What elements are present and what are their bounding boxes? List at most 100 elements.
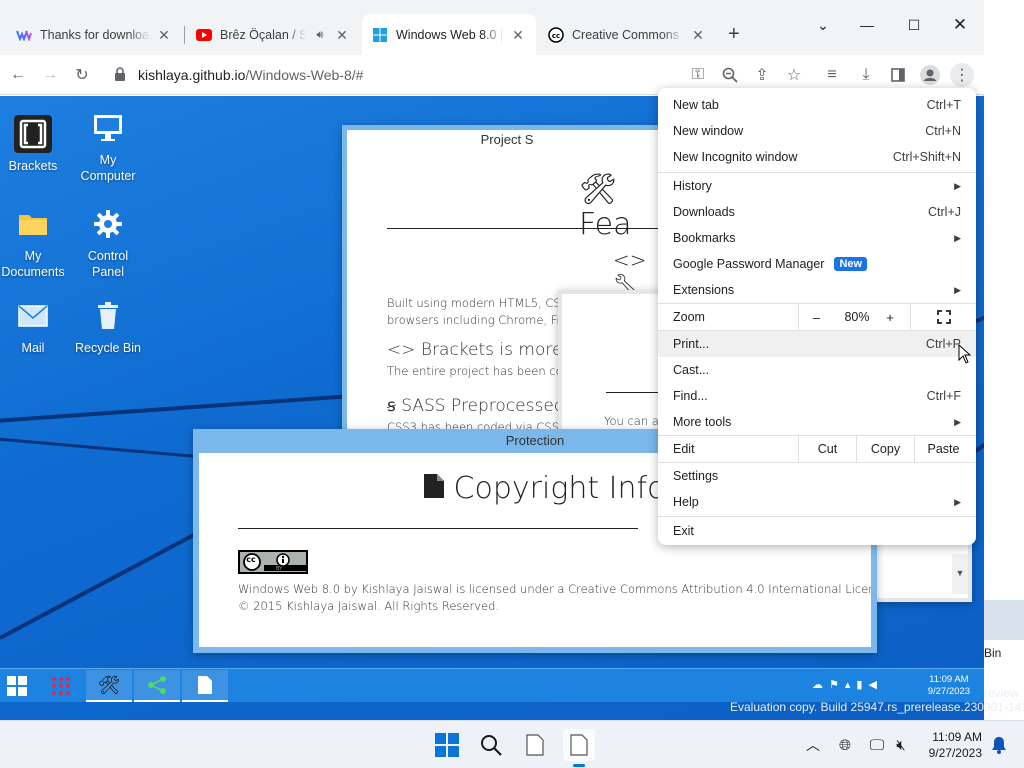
- scrollbar-down-arrow[interactable]: ▼: [952, 554, 968, 594]
- cut-button[interactable]: Cut: [798, 436, 856, 462]
- zoom-in-button[interactable]: +: [880, 304, 900, 330]
- volume-icon: ◀: [868, 679, 883, 691]
- menu-item-bookmarks[interactable]: Bookmarks ▶: [658, 225, 976, 251]
- tab-creative-commons[interactable]: cc Creative Commons — ✕: [538, 14, 716, 55]
- system-clock[interactable]: 11:09 AM 9/27/2023: [929, 729, 982, 761]
- windows-taskbar: ︿ 🌐︎ 🖵︎ 🔇︎ 11:09 AM 9/27/2023: [0, 720, 1024, 768]
- search-button[interactable]: [475, 729, 507, 761]
- menu-item-new-window[interactable]: New window Ctrl+N: [658, 118, 976, 144]
- downloads-button[interactable]: ⤓: [854, 63, 878, 87]
- menu-item-settings[interactable]: Settings: [658, 463, 976, 489]
- paste-button[interactable]: Paste: [914, 436, 972, 462]
- desktop-icon-label: Control: [87, 249, 129, 263]
- menu-item-cast[interactable]: Cast...: [658, 357, 976, 383]
- profile-button[interactable]: [918, 63, 942, 87]
- tools-icon: 🛠︎: [97, 674, 121, 695]
- sass-icon: ꞩ: [387, 396, 396, 416]
- tab-windows-web-8[interactable]: Windows Web 8.0 | K ✕: [362, 14, 536, 55]
- menu-item-new-incognito[interactable]: New Incognito window Ctrl+Shift+N: [658, 144, 976, 170]
- sim-tools-button[interactable]: 🛠︎: [86, 670, 132, 702]
- minimize-button[interactable]: —: [852, 12, 882, 38]
- monitor-icon: [88, 108, 128, 148]
- youtube-logo-icon: [196, 27, 212, 43]
- desktop-icon-my-documents[interactable]: My Documents: [0, 204, 73, 280]
- evaluation-watermark: Evaluation copy. Build 25947.rs_prerelea…: [730, 700, 1024, 714]
- close-tab-icon[interactable]: ✕: [156, 27, 172, 43]
- reload-button[interactable]: ↻: [70, 63, 94, 87]
- url-host: kishlaya.github.io: [138, 67, 246, 83]
- chrome-menu-button[interactable]: ⋮: [950, 63, 974, 87]
- address-bar[interactable]: kishlaya.github.io/Windows-Web-8/#: [104, 60, 818, 90]
- menu-item-exit[interactable]: Exit: [658, 518, 976, 544]
- sim-document-button[interactable]: [182, 670, 228, 702]
- share-button[interactable]: ⇪: [750, 63, 774, 87]
- chevron-right-icon: ▶: [954, 284, 961, 295]
- desktop-icon-my-computer[interactable]: My Computer: [68, 108, 148, 184]
- close-tab-icon[interactable]: ✕: [334, 27, 350, 43]
- menu-item-more-tools[interactable]: More tools ▶: [658, 409, 976, 435]
- menu-item-history[interactable]: History ▶: [658, 173, 976, 199]
- menu-item-new-tab[interactable]: New tab Ctrl+T: [658, 92, 976, 118]
- preview-watermark-fragment: review: [984, 686, 1019, 700]
- tab-thanks-for-downloading[interactable]: Thanks for downloading ✕: [6, 14, 182, 55]
- new-tab-button[interactable]: +: [722, 14, 752, 55]
- forward-button[interactable]: →: [38, 63, 62, 87]
- zoom-out-button[interactable]: –: [798, 304, 834, 330]
- desktop-icon-control-panel[interactable]: Control Panel: [68, 204, 148, 280]
- battery-icon: ▮: [856, 679, 869, 691]
- plus-icon: +: [728, 23, 740, 45]
- desktop-icon-label: Recycle Bin: [75, 341, 141, 355]
- brackets-icon: [13, 114, 53, 154]
- desktop-icon-recycle-bin[interactable]: Recycle Bin: [68, 296, 148, 356]
- menu-item-print[interactable]: Print... Ctrl+P: [658, 331, 976, 357]
- code-icon: <>: [387, 340, 416, 360]
- mail-icon: [13, 296, 53, 336]
- menu-item-password-manager[interactable]: Google Password Manager New: [658, 251, 976, 277]
- bell-icon: [992, 737, 1006, 754]
- new-badge: New: [834, 257, 868, 271]
- close-tab-icon[interactable]: ✕: [690, 27, 706, 43]
- menu-item-extensions[interactable]: Extensions ▶: [658, 277, 976, 303]
- tray-network-globe[interactable]: 🌐︎: [829, 729, 861, 761]
- sim-apps-button[interactable]: [38, 670, 84, 702]
- close-window-button[interactable]: ✕: [945, 12, 975, 38]
- apps-grid-icon: [52, 677, 70, 695]
- desktop-icon-brackets[interactable]: Brackets: [0, 114, 73, 174]
- bin-label-fragment: Bin: [984, 646, 1002, 660]
- speaker-icon[interactable]: 🔊︎: [312, 27, 328, 43]
- desktop-icon-label: Documents: [1, 265, 65, 279]
- sim-share-button[interactable]: [134, 670, 180, 702]
- desktop-icon-label: Mail: [21, 341, 45, 355]
- taskbar-app-document-active[interactable]: [563, 729, 595, 767]
- close-tab-icon[interactable]: ✕: [510, 27, 526, 43]
- taskbar-app-notepad[interactable]: [519, 729, 551, 761]
- zoom-button[interactable]: [718, 63, 742, 87]
- desktop-icon-label: My: [24, 249, 42, 263]
- cc-by-badge[interactable]: cc BY: [238, 550, 308, 574]
- download-icon: ⤓: [862, 66, 870, 83]
- copy-button[interactable]: Copy: [856, 436, 914, 462]
- tab-brez-ocalan[interactable]: Brêz Öçalan / Sa 🔊︎ ✕: [186, 14, 360, 55]
- arrow-left-icon: ←: [10, 66, 26, 83]
- notifications-button[interactable]: [983, 729, 1015, 761]
- minimize-icon: —: [860, 17, 874, 33]
- menu-item-help[interactable]: Help ▶: [658, 489, 976, 515]
- search-icon: [481, 735, 502, 756]
- maximize-button[interactable]: ☐: [899, 12, 929, 38]
- media-control-button[interactable]: ≡: [820, 63, 844, 87]
- show-hidden-icons-button[interactable]: ︿: [797, 729, 829, 761]
- back-button[interactable]: ←: [6, 63, 30, 87]
- tab-search-button[interactable]: ⌄: [808, 12, 838, 38]
- desktop-icon-mail[interactable]: Mail: [0, 296, 73, 356]
- menu-item-downloads[interactable]: Downloads Ctrl+J: [658, 199, 976, 225]
- start-button[interactable]: [431, 729, 463, 761]
- tab-strip: Thanks for downloading ✕ Brêz Öçalan / S…: [0, 0, 984, 55]
- bookmark-star-button[interactable]: ☆: [782, 63, 806, 87]
- tray-volume[interactable]: 🔇︎: [885, 729, 917, 761]
- sim-start-button[interactable]: [0, 670, 40, 702]
- menu-item-find[interactable]: Find... Ctrl+F: [658, 383, 976, 409]
- menu-row-zoom: Zoom – 80% +: [658, 304, 976, 330]
- password-key-button[interactable]: ⚿: [686, 63, 710, 87]
- side-panel-button[interactable]: [886, 63, 910, 87]
- fullscreen-button[interactable]: [910, 304, 976, 330]
